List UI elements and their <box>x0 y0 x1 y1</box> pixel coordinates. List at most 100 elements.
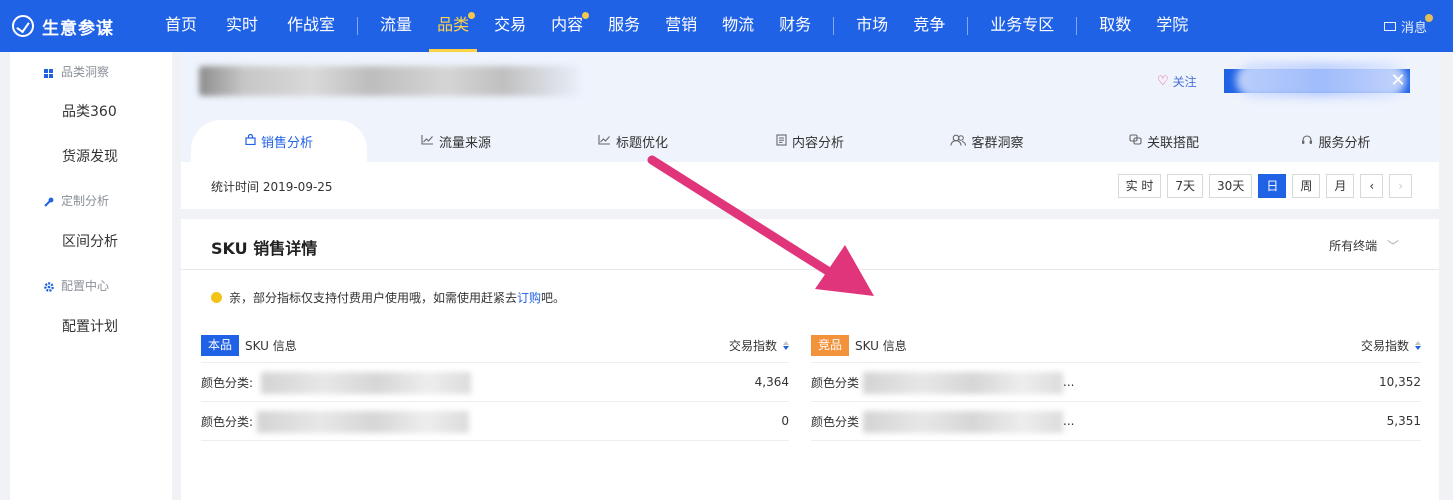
notification-dot <box>468 12 476 19</box>
sidebar-group-config-center: 配置中心 <box>10 265 172 305</box>
nav-item-trade[interactable]: 交易 <box>486 0 534 52</box>
nav-item-category[interactable]: 品类 <box>429 0 478 52</box>
period-month-button[interactable]: 月 <box>1326 174 1355 198</box>
sidebar-item-source-discovery[interactable]: 货源发现 <box>10 135 172 180</box>
tab-related-matching[interactable]: 关联搭配 <box>1075 120 1253 162</box>
sidebar-item-category-360[interactable]: 品类360 <box>10 90 172 135</box>
gear-icon <box>44 281 54 292</box>
sku-label: 颜色分类 <box>811 414 860 429</box>
column-header-trade-index: 交易指数 <box>728 339 777 353</box>
sort-trade-index-button[interactable]: 交易指数 <box>729 337 789 354</box>
nav-item-traffic[interactable]: 流量 <box>372 0 420 52</box>
tab-sales-analysis[interactable]: 销售分析 <box>191 120 367 162</box>
nav-item-realtime[interactable]: 实时 <box>218 0 266 52</box>
mail-icon <box>1383 21 1396 31</box>
period-realtime-button[interactable]: 实 时 <box>1117 174 1162 198</box>
nav-divider <box>357 17 359 35</box>
nav-item-business-zone[interactable]: 业务专区 <box>982 0 1062 52</box>
tab-customer-insight[interactable]: 客群洞察 <box>899 120 1075 162</box>
redacted-product-title <box>199 66 579 96</box>
product-header-band: ♡ 关注 ✕ 销售分析 流量来源 标题优化 内容分析 客群洞察 关联搭配 服务分… <box>181 52 1439 162</box>
trend-icon <box>598 134 611 148</box>
tab-service-analysis[interactable]: 服务分析 <box>1253 120 1419 162</box>
nav-menu: 首页 实时 作战室 流量 品类 交易 内容 服务 营销 物流 财务 市场 竞争 … <box>157 0 1196 52</box>
own-product-tag: 本品 <box>201 335 240 356</box>
next-date-button[interactable]: › <box>1389 174 1412 198</box>
tab-label: 内容分析 <box>791 135 844 151</box>
link-icon <box>1129 134 1142 148</box>
tab-label: 标题优化 <box>615 135 668 151</box>
period-30d-button[interactable]: 30天 <box>1209 174 1253 198</box>
users-icon <box>950 134 967 149</box>
chevron-down-icon: ﹀ <box>1386 239 1399 253</box>
heart-icon: ♡ <box>1157 74 1169 89</box>
chevron-left-icon: ‹ <box>1369 179 1375 193</box>
messages-button[interactable]: 消息 <box>1383 0 1433 52</box>
nav-item-marketing[interactable]: 营销 <box>657 0 705 52</box>
follow-button[interactable]: ♡ 关注 <box>1157 73 1197 90</box>
subscribe-link[interactable]: 订购 <box>517 289 541 306</box>
section-title: SKU 销售详情 <box>211 239 318 258</box>
competitor-sku-table: 竞品 SKU 信息 交易指数 颜色分类 ... 10,352 颜色分类 ... … <box>811 329 1421 441</box>
period-selector: 实 时 7天 30天 日 周 月 ‹ › <box>1117 174 1412 198</box>
table-row[interactable]: 颜色分类 ... 10,352 <box>811 363 1421 402</box>
tab-label: 关联搭配 <box>1146 135 1199 151</box>
close-icon[interactable]: ✕ <box>1385 69 1411 93</box>
stat-time: 统计时间 2019-09-25 <box>211 180 333 194</box>
chevron-right-icon: › <box>1398 179 1403 193</box>
trade-index-value: 5,351 <box>1386 414 1421 428</box>
nav-item-home[interactable]: 首页 <box>157 0 205 52</box>
table-header: 竞品 SKU 信息 交易指数 <box>811 329 1421 363</box>
competitor-tag: 竞品 <box>811 335 850 356</box>
nav-item-category-label: 品类 <box>437 15 470 34</box>
redacted-sku-name <box>261 372 471 394</box>
trade-index-value: 10,352 <box>1379 375 1421 389</box>
prev-date-button[interactable]: ‹ <box>1360 174 1384 198</box>
top-nav: 生意参谋 首页 实时 作战室 流量 品类 交易 内容 服务 营销 物流 财务 市… <box>0 0 1453 52</box>
nav-item-finance[interactable]: 财务 <box>771 0 819 52</box>
nav-item-fetch-data[interactable]: 取数 <box>1091 0 1139 52</box>
tab-label: 客群洞察 <box>971 135 1024 151</box>
tab-title-optimization[interactable]: 标题优化 <box>545 120 721 162</box>
sidebar-group-custom-analysis: 定制分析 <box>10 180 172 220</box>
nav-item-war-room[interactable]: 作战室 <box>279 0 343 52</box>
nav-item-logistics[interactable]: 物流 <box>714 0 762 52</box>
notification-dot <box>1425 14 1433 22</box>
period-day-button[interactable]: 日 <box>1258 174 1287 198</box>
sku-label: 颜色分类 <box>811 375 860 390</box>
sidebar-group-label: 配置中心 <box>61 278 110 293</box>
column-header-sku: SKU 信息 <box>245 339 297 353</box>
nav-item-academy[interactable]: 学院 <box>1148 0 1196 52</box>
sku-sales-detail-card: SKU 销售详情 所有终端 ﹀ 亲，部分指标仅支持付费用户使用哦，如需使用赶紧去… <box>181 219 1439 500</box>
tab-label: 流量来源 <box>438 135 491 151</box>
table-row[interactable]: 颜色分类 ... 5,351 <box>811 402 1421 441</box>
tab-label: 销售分析 <box>260 135 313 151</box>
headset-icon <box>1301 134 1313 149</box>
divider <box>181 269 1439 270</box>
sidebar-item-config-plan[interactable]: 配置计划 <box>10 305 172 350</box>
sidebar-group-label: 品类洞察 <box>61 64 110 79</box>
sort-trade-index-button[interactable]: 交易指数 <box>1361 337 1421 354</box>
sidebar-group-label: 定制分析 <box>61 193 110 208</box>
notice-text-end: 吧。 <box>541 291 566 305</box>
nav-item-market[interactable]: 市场 <box>848 0 896 52</box>
table-row[interactable]: 颜色分类: 4,364 <box>201 363 789 402</box>
nav-item-content[interactable]: 内容 <box>543 0 591 52</box>
redacted-sku-name <box>863 372 1063 394</box>
warning-icon <box>211 292 222 303</box>
period-7d-button[interactable]: 7天 <box>1167 174 1204 198</box>
tab-content-analysis[interactable]: 内容分析 <box>721 120 899 162</box>
sku-label: 颜色分类: <box>201 414 254 429</box>
truncation-ellipsis: ... <box>1063 375 1075 389</box>
period-week-button[interactable]: 周 <box>1292 174 1321 198</box>
terminal-dropdown[interactable]: 所有终端 ﹀ <box>1329 237 1399 254</box>
truncation-ellipsis: ... <box>1063 414 1075 428</box>
tab-traffic-source[interactable]: 流量来源 <box>367 120 545 162</box>
nav-item-service[interactable]: 服务 <box>600 0 648 52</box>
notification-dot <box>582 12 590 19</box>
brand[interactable]: 生意参谋 <box>0 14 160 39</box>
table-row[interactable]: 颜色分类: 0 <box>201 402 789 441</box>
table-header: 本品 SKU 信息 交易指数 <box>201 329 789 363</box>
sidebar-item-range-analysis[interactable]: 区间分析 <box>10 220 172 265</box>
nav-item-competition[interactable]: 竞争 <box>905 0 953 52</box>
